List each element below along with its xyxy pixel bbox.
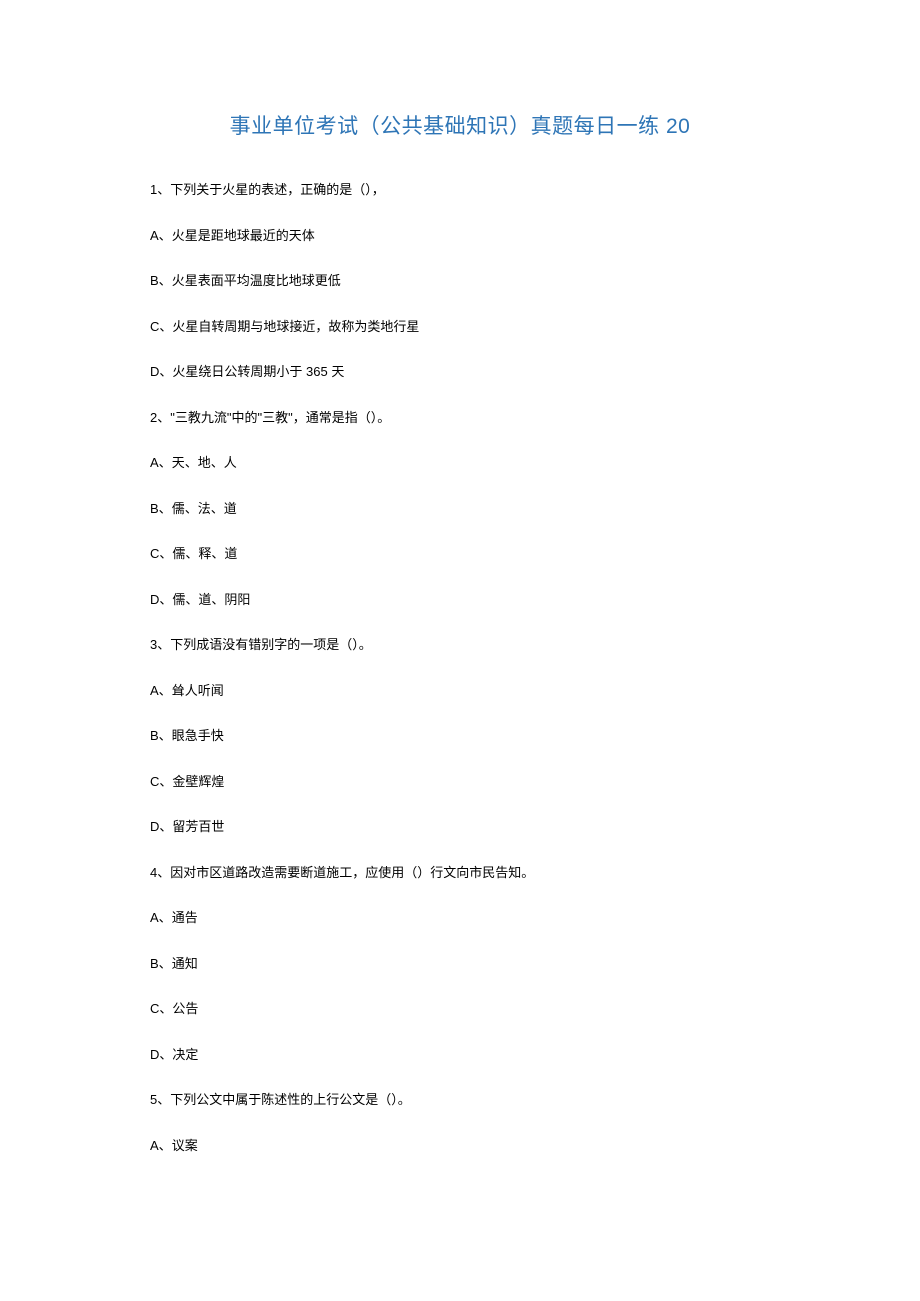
option-c: C、儒、释、道 [150,544,770,564]
question-1: 1、下列关于火星的表述，正确的是（）， A、火星是距地球最近的天体 B、火星表面… [150,180,770,382]
option-b: B、火星表面平均温度比地球更低 [150,271,770,291]
option-d: D、火星绕日公转周期小于 365 天 [150,362,770,382]
option-b: B、儒、法、道 [150,499,770,519]
option-b: B、眼急手快 [150,726,770,746]
question-stem: 4、因对市区道路改造需要断道施工，应使用（）行文向市民告知。 [150,863,770,883]
option-a: A、通告 [150,908,770,928]
question-stem: 2、"三教九流"中的"三教"，通常是指（）。 [150,408,770,428]
option-d: D、决定 [150,1045,770,1065]
question-4: 4、因对市区道路改造需要断道施工，应使用（）行文向市民告知。 A、通告 B、通知… [150,863,770,1065]
question-3: 3、下列成语没有错别字的一项是（）。 A、耸人听闻 B、眼急手快 C、金壁辉煌 … [150,635,770,837]
question-2: 2、"三教九流"中的"三教"，通常是指（）。 A、天、地、人 B、儒、法、道 C… [150,408,770,610]
option-c: C、金壁辉煌 [150,772,770,792]
option-b: B、通知 [150,954,770,974]
question-stem: 3、下列成语没有错别字的一项是（）。 [150,635,770,655]
option-d: D、儒、道、阴阳 [150,590,770,610]
option-a: A、议案 [150,1136,770,1156]
option-c: C、火星自转周期与地球接近，故称为类地行星 [150,317,770,337]
option-a: A、火星是距地球最近的天体 [150,226,770,246]
question-stem: 5、下列公文中属于陈述性的上行公文是（）。 [150,1090,770,1110]
question-5: 5、下列公文中属于陈述性的上行公文是（）。 A、议案 [150,1090,770,1155]
option-a: A、耸人听闻 [150,681,770,701]
option-c: C、公告 [150,999,770,1019]
option-d: D、留芳百世 [150,817,770,837]
document-title: 事业单位考试（公共基础知识）真题每日一练 20 [150,110,770,140]
option-a: A、天、地、人 [150,453,770,473]
question-stem: 1、下列关于火星的表述，正确的是（）， [150,180,770,200]
